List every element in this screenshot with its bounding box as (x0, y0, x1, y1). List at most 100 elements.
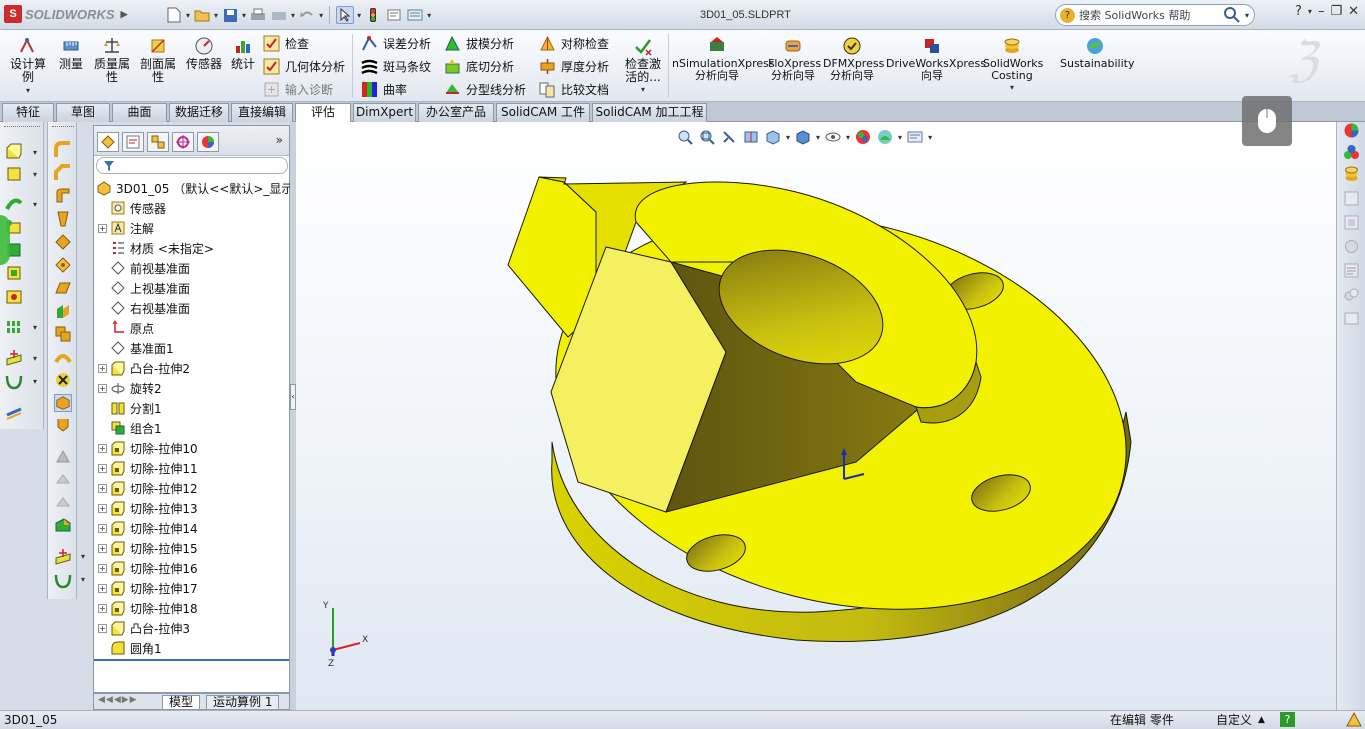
driveworksxpress-button[interactable]: DriveWorksXpress 向导 (886, 36, 986, 82)
file-properties-icon[interactable] (385, 6, 403, 24)
pattern-dropdown-icon[interactable]: ▾ (33, 323, 37, 332)
expand-icon[interactable]: + (98, 563, 107, 573)
tree-item[interactable]: 原点 (98, 319, 154, 337)
graphics-area[interactable]: ▾ ▾ ▾ ▾ ▾ ⧉ ✕ (296, 122, 1336, 710)
design-study-button[interactable]: 设计算例 ▾ (8, 36, 48, 97)
costing-button[interactable]: SolidWorks Costing ▾ (983, 36, 1043, 94)
tree-item[interactable]: + 凸台-拉伸2 (98, 359, 190, 377)
expand-icon[interactable]: + (98, 223, 107, 233)
tab-data-migration[interactable]: 数据迁移 (169, 103, 229, 122)
help-menu-dropdown-icon[interactable]: ▾ (1308, 7, 1312, 16)
tree-item[interactable]: 右视基准面 (98, 299, 190, 317)
tree-item[interactable]: 传感器 (98, 199, 166, 217)
tree-item[interactable]: + 切除-拉伸14 (98, 519, 198, 537)
open-dropdown-icon[interactable]: ▾ (214, 11, 218, 20)
check-active-document-button[interactable]: 检查激活的... ▾ (622, 36, 664, 96)
tab-model[interactable]: 模型 (162, 695, 201, 710)
tab-evaluate[interactable]: 评估 (295, 103, 351, 123)
appearances-pane-icon[interactable] (1343, 238, 1360, 255)
geometry-analysis-button[interactable]: 几何体分析 (263, 56, 345, 76)
sweep-icon[interactable] (5, 195, 23, 213)
move-copy-body-icon[interactable] (54, 417, 72, 435)
custom-properties-icon[interactable] (1343, 262, 1360, 279)
dome-icon[interactable] (54, 279, 72, 297)
part-3d-model[interactable] (296, 122, 1336, 710)
expand-icon[interactable]: + (98, 623, 107, 633)
delete-body-icon[interactable] (54, 371, 72, 389)
rib-icon[interactable] (54, 187, 72, 205)
tab-solidcam-stock[interactable]: SolidCAM 工件 (496, 103, 590, 122)
curves-2-icon[interactable] (54, 571, 72, 589)
hole-wizard-icon[interactable] (5, 287, 23, 305)
section-properties-button[interactable]: 剖面属性 (138, 36, 178, 84)
rebuild-icon[interactable] (364, 6, 382, 24)
import-diagnostics-button[interactable]: 输入诊断 (263, 79, 333, 99)
status-units[interactable]: 自定义 (1216, 711, 1252, 729)
tab-sketch[interactable]: 草图 (56, 103, 110, 122)
tab-office-products[interactable]: 办公室产品 (418, 103, 494, 122)
expand-panel-icon[interactable]: » (276, 133, 283, 147)
search-pane-icon[interactable] (1343, 190, 1360, 207)
feature-manager-tab[interactable] (97, 132, 119, 152)
tree-item[interactable]: + 切除-拉伸13 (98, 499, 198, 517)
file-explorer-icon[interactable] (1343, 166, 1360, 183)
tree-item[interactable]: + 切除-拉伸12 (98, 479, 198, 497)
dfmxpress-button[interactable]: DFMXpress 分析向导 (823, 36, 884, 82)
display-manager-tab[interactable] (197, 132, 219, 152)
tree-item[interactable]: 组合1 (98, 419, 162, 437)
draft-analysis-button[interactable]: 拔模分析 (444, 33, 514, 53)
tree-item[interactable]: + 切除-拉伸10 (98, 439, 198, 457)
save-dropdown-icon[interactable]: ▾ (242, 11, 246, 20)
symmetry-check-button[interactable]: 对称检查 (539, 33, 609, 53)
print-icon[interactable] (249, 6, 267, 24)
search-dropdown-icon[interactable]: ▾ (1245, 11, 1249, 20)
print-preview-icon[interactable] (270, 6, 288, 24)
print-dropdown-icon[interactable]: ▾ (291, 11, 295, 20)
search-icon[interactable] (1223, 6, 1241, 24)
tree-item[interactable]: + 旋转2 (98, 379, 162, 397)
tab-direct-editing[interactable]: 直接编辑 (231, 103, 293, 122)
minimize-icon[interactable]: – (1318, 4, 1325, 19)
expand-icon[interactable]: + (98, 363, 107, 373)
options-icon[interactable] (406, 6, 424, 24)
tab-motion-study-1[interactable]: 运动算例 1 (206, 695, 280, 710)
tree-item[interactable]: 分割1 (98, 399, 162, 417)
combine-icon[interactable] (54, 325, 72, 343)
options-dropdown-icon[interactable]: ▾ (427, 11, 431, 20)
property-manager-tab[interactable] (122, 132, 144, 152)
select-pointer-icon[interactable] (336, 6, 355, 24)
tree-item[interactable]: 上视基准面 (98, 279, 190, 297)
select-dropdown-icon[interactable]: ▾ (357, 11, 361, 20)
thickness-analysis-button[interactable]: 厚度分析 (539, 56, 609, 76)
new-dropdown-icon[interactable]: ▾ (186, 11, 190, 20)
pane-item-9-icon[interactable] (1343, 310, 1360, 327)
fillet-icon[interactable] (54, 141, 72, 159)
curves-dropdown-icon[interactable]: ▾ (33, 377, 37, 386)
tree-item[interactable]: + 切除-拉伸15 (98, 539, 198, 557)
design-library-icon[interactable] (1343, 144, 1360, 161)
save-icon[interactable] (221, 6, 239, 24)
curvature-button[interactable]: 曲率 (361, 79, 407, 99)
linear-pattern-icon[interactable] (5, 318, 23, 336)
new-document-icon[interactable] (165, 6, 183, 24)
zebra-stripes-button[interactable]: 斑马条纹 (361, 56, 431, 76)
sensor-button[interactable]: 传感器 (184, 36, 224, 71)
simulationxpress-button[interactable]: nSimulationXpress 分析向导 (672, 36, 775, 82)
tree-item[interactable]: 基准面1 (98, 339, 174, 357)
solidworks-resources-icon[interactable] (1343, 122, 1360, 139)
extrude-boss-icon[interactable] (5, 142, 23, 160)
view-palette-icon[interactable] (1343, 214, 1360, 231)
refgeom2-dropdown-icon[interactable]: ▾ (81, 552, 85, 561)
compare-documents-button[interactable]: 比较文档 (539, 79, 609, 99)
expand-icon[interactable]: + (98, 523, 107, 533)
search-input[interactable]: 搜索 SolidWorks 帮助 (1079, 7, 1190, 23)
expand-icon[interactable]: + (98, 583, 107, 593)
tab-scroll-arrows-icon[interactable]: ◀◀◀▶▶ (98, 695, 138, 705)
tab-solidcam-machining[interactable]: SolidCAM 加工工程 (592, 103, 707, 122)
help-menu-icon[interactable]: ? (1295, 4, 1302, 19)
reference-geometry-2-icon[interactable] (54, 548, 72, 566)
indent-icon[interactable] (54, 517, 72, 535)
status-help-icon[interactable]: ? (1280, 712, 1295, 727)
sweep-dropdown-icon[interactable]: ▾ (33, 200, 37, 209)
configuration-manager-tab[interactable] (147, 132, 169, 152)
